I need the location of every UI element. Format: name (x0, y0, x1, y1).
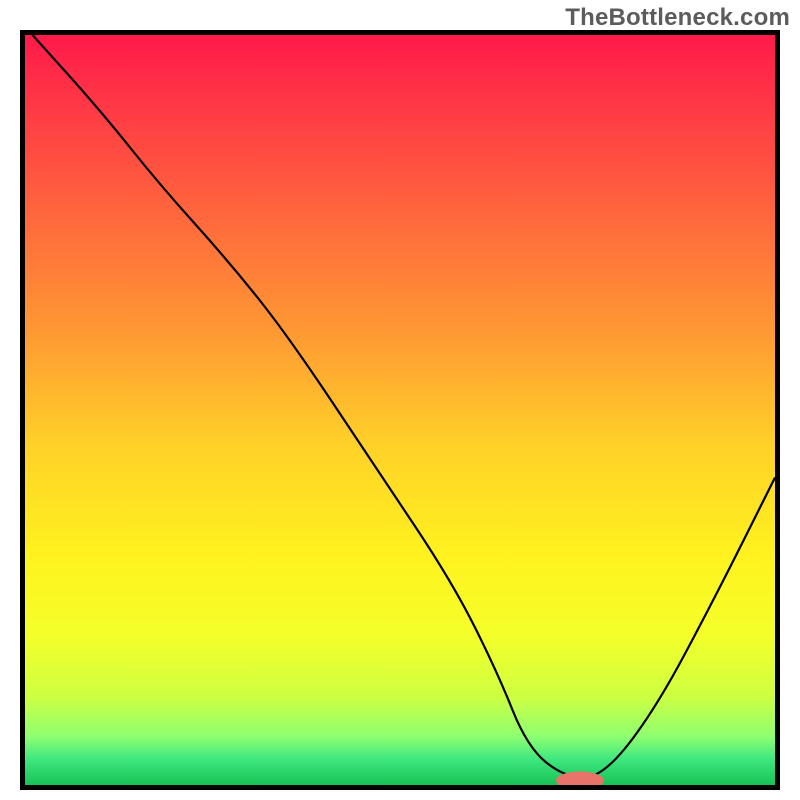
watermark-text: TheBottleneck.com (565, 4, 790, 32)
plot-frame (20, 30, 780, 790)
chart-background (25, 35, 775, 785)
chart-container: TheBottleneck.com (0, 0, 800, 800)
chart-svg (25, 35, 775, 785)
